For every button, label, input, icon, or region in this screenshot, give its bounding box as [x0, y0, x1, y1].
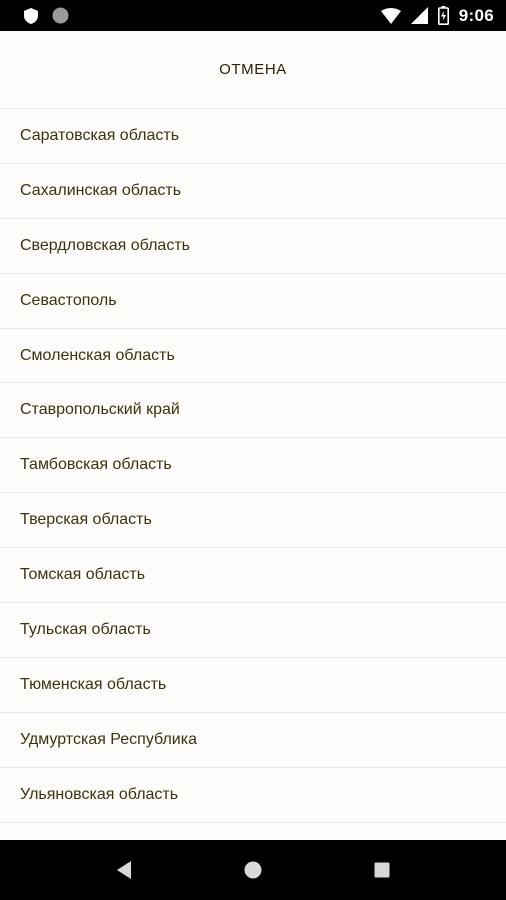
- list-item[interactable]: Ульяновская область: [0, 768, 506, 823]
- shield-icon: [24, 7, 38, 24]
- header: ОТМЕНА: [0, 31, 506, 109]
- status-right: 9:06: [380, 5, 494, 26]
- list-item[interactable]: Ставропольский край: [0, 383, 506, 439]
- list-item[interactable]: Сахалинская область: [0, 164, 506, 219]
- signal-icon: [410, 7, 428, 24]
- region-list[interactable]: Саратовская область Сахалинская область …: [0, 109, 506, 840]
- status-time: 9:06: [458, 5, 494, 25]
- back-icon[interactable]: [104, 850, 144, 890]
- navigation-bar: [0, 840, 506, 900]
- battery-icon: [437, 6, 449, 25]
- circle-icon: [52, 7, 69, 24]
- cancel-button[interactable]: ОТМЕНА: [205, 53, 301, 86]
- recents-icon[interactable]: [362, 850, 402, 890]
- list-item[interactable]: Севастополь: [0, 274, 506, 329]
- list-item[interactable]: Тверская область: [0, 493, 506, 549]
- list-item[interactable]: Смоленская область: [0, 329, 506, 384]
- list-item[interactable]: Тульская область: [0, 603, 506, 658]
- list-item[interactable]: Тамбовская область: [0, 438, 506, 494]
- list-item[interactable]: Свердловская область: [0, 219, 506, 274]
- list-item[interactable]: Саратовская область: [0, 109, 506, 164]
- list-item[interactable]: Удмуртская Республика: [0, 713, 506, 768]
- list-item[interactable]: Тюменская область: [0, 658, 506, 713]
- list-item[interactable]: Томская область: [0, 548, 506, 604]
- status-bar: 9:06: [0, 0, 506, 31]
- wifi-icon: [380, 7, 401, 24]
- home-icon[interactable]: [233, 850, 273, 890]
- status-left: [24, 7, 69, 24]
